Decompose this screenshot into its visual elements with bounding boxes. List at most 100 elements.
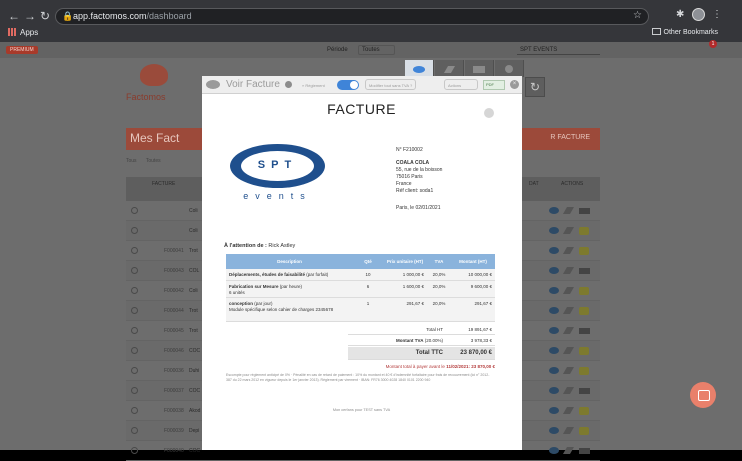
col-header-date[interactable]: DAT [529, 181, 539, 187]
row-select-radio[interactable] [131, 287, 138, 294]
envelope-icon[interactable] [579, 388, 590, 394]
extensions-icon[interactable]: ✱ [676, 9, 684, 20]
row-select-radio[interactable] [131, 207, 138, 214]
payment-icon[interactable] [579, 287, 589, 295]
row-select-radio[interactable] [131, 427, 138, 434]
payment-label: » Réglement [302, 83, 325, 88]
eye-icon[interactable] [549, 287, 559, 294]
envelope-icon[interactable] [579, 448, 590, 454]
vat-mode-button[interactable]: Modifier tout sans TVA ? [365, 79, 417, 90]
row-select-radio[interactable] [131, 267, 138, 274]
row-actions [549, 247, 599, 255]
period-select[interactable]: Toutes [358, 45, 395, 55]
payment-icon[interactable] [579, 307, 589, 315]
bookmark-other[interactable]: Other Bookmarks [651, 28, 718, 36]
piggy-bank-logo-icon [140, 64, 168, 86]
row-invoice-number: F000043 [164, 268, 184, 274]
tab-email[interactable] [465, 60, 494, 77]
eye-icon[interactable] [549, 247, 559, 254]
line-description: Déplacements, études de faisabilité (par… [229, 272, 329, 277]
bookmarks-bar: Apps Other Bookmarks [0, 25, 742, 42]
filter-tab-all-f[interactable]: Toutes [146, 158, 161, 164]
browser-menu-icon[interactable]: ⋮ [712, 9, 722, 20]
lock-icon: 🔒 [62, 11, 74, 21]
bookmark-apps[interactable]: Apps [8, 28, 38, 37]
tab-view[interactable] [405, 60, 434, 77]
tab-edit[interactable] [435, 60, 464, 77]
reload-icon[interactable]: ↻ [38, 9, 52, 23]
bookmark-star-icon[interactable]: ☆ [633, 10, 642, 21]
col-header-invoice[interactable]: FACTURE [152, 181, 175, 187]
payment-icon[interactable] [579, 227, 589, 235]
eye-icon[interactable] [549, 367, 559, 374]
company-select[interactable]: SPT EVENTS [517, 45, 600, 55]
payment-icon[interactable] [579, 407, 589, 415]
line-amount: 291,67 € [474, 301, 492, 306]
pencil-icon[interactable] [562, 207, 575, 214]
help-icon[interactable] [285, 81, 292, 88]
pencil-icon[interactable] [562, 287, 575, 294]
row-select-radio[interactable] [131, 307, 138, 314]
payment-icon[interactable] [579, 247, 589, 255]
pdf-download-button[interactable]: PDF [483, 80, 505, 90]
eye-icon[interactable] [549, 407, 559, 414]
tab-payment[interactable] [495, 60, 524, 77]
pencil-icon[interactable] [562, 447, 575, 454]
pencil-icon[interactable] [562, 327, 575, 334]
pencil-icon[interactable] [562, 427, 575, 434]
envelope-icon[interactable] [579, 268, 590, 274]
back-icon[interactable]: ← [7, 9, 21, 23]
url-text[interactable]: app.factomos.com/dashboard [73, 11, 192, 21]
pencil-icon[interactable] [562, 307, 575, 314]
pencil-icon[interactable] [562, 407, 575, 414]
payment-icon[interactable] [579, 367, 589, 375]
refresh-button[interactable]: ↻ [525, 77, 545, 97]
row-select-radio[interactable] [131, 327, 138, 334]
filter-tab-all[interactable]: Tous [126, 158, 137, 164]
payment-icon[interactable] [579, 347, 589, 355]
eye-icon[interactable] [549, 227, 559, 234]
payment-toggle[interactable] [337, 80, 359, 90]
row-select-radio[interactable] [131, 447, 138, 454]
row-select-radio[interactable] [131, 227, 138, 234]
new-invoice-button[interactable]: R FACTURE [550, 134, 590, 141]
pencil-icon[interactable] [562, 347, 575, 354]
settings-icon[interactable] [484, 108, 494, 118]
pencil-icon[interactable] [562, 247, 575, 254]
row-select-radio[interactable] [131, 347, 138, 354]
actions-button[interactable]: Actions [444, 79, 478, 90]
eye-icon[interactable] [549, 267, 559, 274]
eye-icon[interactable] [549, 327, 559, 334]
pencil-icon[interactable] [562, 227, 575, 234]
row-client: Coli [189, 208, 198, 214]
line-unit-price: 1 600,00 € [402, 284, 424, 289]
payment-icon[interactable] [579, 427, 589, 435]
row-select-radio[interactable] [131, 407, 138, 414]
chat-support-icon[interactable] [690, 382, 716, 408]
row-select-radio[interactable] [131, 387, 138, 394]
eye-icon[interactable] [549, 427, 559, 434]
eye-icon[interactable] [549, 207, 559, 214]
notification-badge[interactable]: 1 [709, 40, 717, 48]
eye-icon[interactable] [549, 347, 559, 354]
address-bar[interactable]: 🔒 app.factomos.com/dashboard ☆ [55, 8, 649, 25]
pencil-icon[interactable] [562, 387, 575, 394]
attention-name: Rick Astley [268, 243, 296, 249]
eye-icon[interactable] [549, 307, 559, 314]
pencil-icon[interactable] [562, 367, 575, 374]
row-select-radio[interactable] [131, 367, 138, 374]
eye-icon[interactable] [549, 387, 559, 394]
eye-icon[interactable] [549, 447, 559, 454]
profile-avatar[interactable] [692, 8, 705, 21]
folder-icon [651, 28, 661, 35]
row-select-radio[interactable] [131, 247, 138, 254]
client-address-line: 75016 Paris [396, 174, 423, 180]
th-description: Description [277, 259, 302, 264]
close-icon[interactable]: × [510, 80, 519, 89]
forward-icon[interactable]: → [23, 9, 37, 23]
pencil-icon[interactable] [562, 267, 575, 274]
row-client: Trot [189, 248, 198, 254]
row-client: Coli [189, 288, 198, 294]
envelope-icon[interactable] [579, 328, 590, 334]
envelope-icon[interactable] [579, 208, 590, 214]
